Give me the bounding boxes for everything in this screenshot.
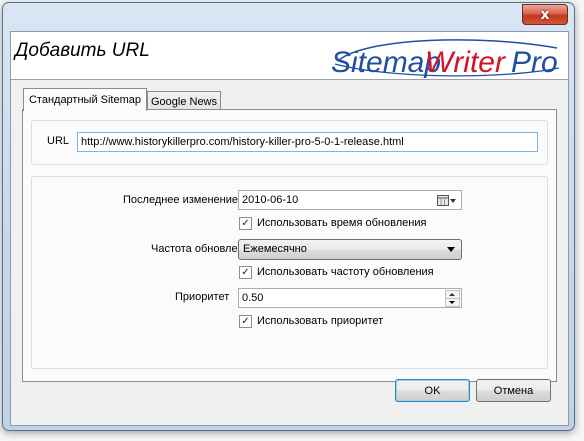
- use-change-freq-label: Использовать частоту обновления: [257, 266, 434, 278]
- change-freq-select[interactable]: Ежемесячно: [238, 239, 462, 260]
- change-freq-value: Ежемесячно: [243, 243, 307, 255]
- url-input[interactable]: http://www.historykillerpro.com/history-…: [77, 132, 538, 152]
- dialog-window: x Добавить URL Sitemap Writer Pro Станда…: [2, 2, 575, 431]
- title-bar[interactable]: x: [3, 3, 574, 33]
- tab-label: Google News: [150, 95, 218, 108]
- dialog-client-area: Добавить URL Sitemap Writer Pro Стандарт…: [10, 31, 569, 426]
- priority-value: 0.50: [242, 292, 264, 304]
- cancel-button-label: Отмена: [493, 384, 534, 397]
- tab-google-news[interactable]: Google News: [147, 91, 221, 111]
- close-icon: x: [540, 6, 550, 23]
- priority-spinner[interactable]: 0.50: [238, 288, 462, 308]
- use-priority-checkbox[interactable]: ✓: [239, 315, 252, 328]
- header-divider: [11, 79, 568, 80]
- last-modified-value: 2010-06-10: [242, 194, 299, 206]
- spin-down-button[interactable]: [445, 298, 460, 307]
- arrow-up-icon: [449, 293, 455, 296]
- last-modified-label: Последнее изменение: [123, 194, 239, 206]
- arrow-down-icon: [449, 301, 455, 304]
- last-modified-date-picker[interactable]: 2010-06-10: [238, 190, 462, 210]
- tab-label: Стандартный Sitemap: [28, 94, 142, 106]
- calendar-icon[interactable]: [437, 194, 457, 206]
- use-change-freq-checkbox[interactable]: ✓: [239, 266, 252, 279]
- logo-text-pro: Pro: [511, 46, 558, 79]
- logo-text-writer: Writer: [425, 46, 506, 79]
- close-button[interactable]: x: [522, 4, 568, 25]
- chevron-down-icon: [447, 247, 455, 252]
- use-priority-label: Использовать приоритет: [257, 315, 384, 327]
- use-update-time-label: Использовать время обновления: [257, 217, 427, 229]
- settings-group: Последнее изменение 2010-06-10 ✓ Использ…: [31, 176, 548, 369]
- dialog-title: Добавить URL: [15, 40, 150, 61]
- tab-panel-standard-sitemap: URL http://www.historykillerpro.com/hist…: [22, 109, 557, 382]
- url-label: URL: [47, 135, 70, 147]
- use-update-time-checkbox[interactable]: ✓: [239, 217, 252, 230]
- tab-standard-sitemap[interactable]: Стандартный Sitemap: [23, 88, 147, 111]
- priority-label: Приоритет: [175, 291, 230, 303]
- ok-button-label: OK: [424, 384, 441, 397]
- cancel-button[interactable]: Отмена: [476, 379, 551, 402]
- url-group: URL http://www.historykillerpro.com/hist…: [31, 120, 548, 165]
- dialog-header: Добавить URL Sitemap Writer Pro: [11, 32, 568, 79]
- sitemapwriter-pro-logo: Sitemap Writer Pro: [331, 39, 560, 79]
- ok-button[interactable]: OK: [395, 379, 470, 402]
